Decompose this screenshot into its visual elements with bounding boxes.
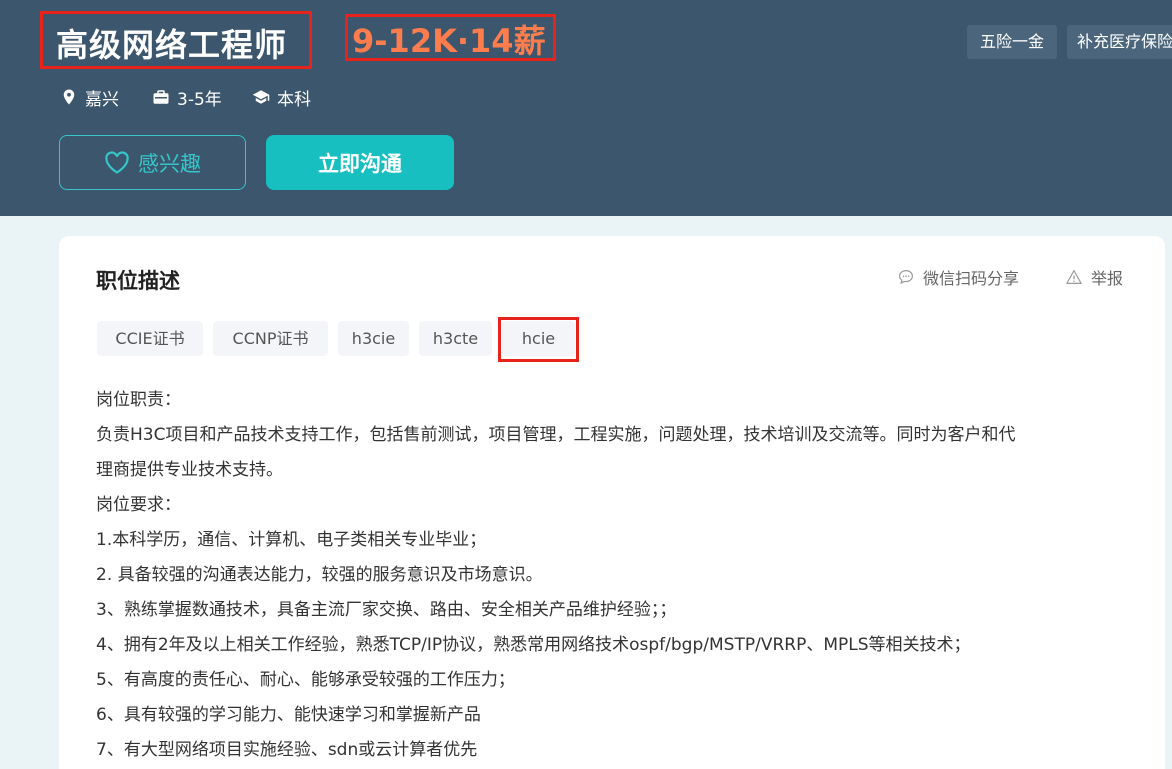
description-line: 7、有大型网络项目实施经验、sdn或云计算者优先 bbox=[96, 740, 478, 760]
description-line: 岗位职责： bbox=[96, 390, 181, 410]
report-button[interactable]: 举报 bbox=[1065, 265, 1123, 289]
report-label: 举报 bbox=[1091, 269, 1124, 288]
benefit-tag: 五险一金 bbox=[967, 25, 1057, 59]
description-line: 理商提供专业技术支持。 bbox=[96, 460, 283, 480]
skill-tag[interactable]: h3cie bbox=[338, 321, 409, 356]
section-title: 职位描述 bbox=[96, 269, 180, 293]
description-line: 1.本科学历，通信、计算机、电子类相关专业毕业； bbox=[96, 530, 487, 550]
description-line: 3、熟练掌握数通技术，具备主流厂家交换、路由、安全相关产品维护经验；； bbox=[96, 600, 677, 620]
salary-highlight-box bbox=[345, 14, 556, 61]
job-experience-label: 3-5年 bbox=[177, 89, 222, 110]
wechat-share-label: 微信扫码分享 bbox=[923, 269, 1020, 288]
heart-icon bbox=[105, 150, 129, 174]
wechat-share-button[interactable]: 微信扫码分享 bbox=[897, 265, 1019, 289]
job-city: 嘉兴 bbox=[60, 85, 119, 110]
graduation-cap-icon bbox=[252, 90, 270, 104]
job-description: 岗位职责： 负责H3C项目和产品技术支持工作，包括售前测试，项目管理，工程实施，… bbox=[96, 383, 1136, 768]
job-city-label: 嘉兴 bbox=[85, 89, 119, 110]
description-line: 2. 具备较强的沟通表达能力，较强的服务意识及市场意识。 bbox=[96, 565, 543, 585]
briefcase-icon bbox=[153, 90, 169, 104]
description-line: 岗位要求： bbox=[96, 495, 181, 515]
interest-button-label: 感兴趣 bbox=[138, 151, 201, 176]
chat-bubble-icon bbox=[899, 270, 913, 285]
skill-tag[interactable]: CCIE证书 bbox=[97, 321, 203, 356]
interest-button[interactable]: 感兴趣 bbox=[59, 135, 246, 190]
location-pin-icon bbox=[63, 89, 75, 105]
tag-highlight-box bbox=[498, 317, 579, 362]
skill-tag[interactable]: CCNP证书 bbox=[213, 321, 328, 356]
chat-now-button[interactable]: 立即沟通 bbox=[266, 135, 454, 190]
job-experience: 3-5年 bbox=[152, 85, 222, 110]
warning-icon bbox=[1066, 270, 1082, 284]
title-highlight-box bbox=[40, 11, 312, 69]
job-education: 本科 bbox=[252, 85, 311, 110]
description-line: 4、拥有2年及以上相关工作经验，熟悉TCP/IP协议，熟悉常用网络技术ospf/… bbox=[96, 635, 971, 655]
description-line: 6、具有较强的学习能力、能快速学习和掌握新产品 bbox=[96, 705, 481, 725]
skill-tag[interactable]: h3cte bbox=[419, 321, 492, 356]
description-line: 负责H3C项目和产品技术支持工作，包括售前测试，项目管理，工程实施，问题处理，技… bbox=[96, 425, 1016, 445]
job-education-label: 本科 bbox=[277, 89, 311, 110]
benefit-tag: 补充医疗保险 bbox=[1067, 25, 1172, 59]
description-line: 5、有高度的责任心、耐心、能够承受较强的工作压力； bbox=[96, 670, 515, 690]
